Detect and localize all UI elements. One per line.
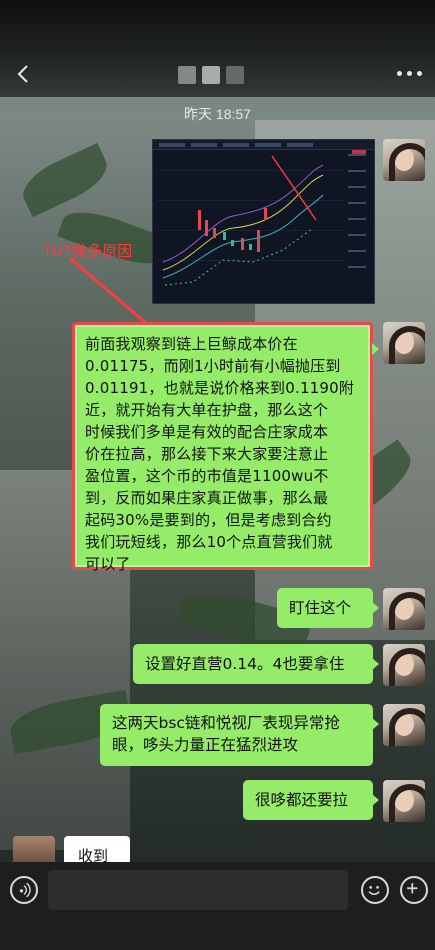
chart-image-message[interactable] [152,139,375,304]
avatar[interactable] [383,780,425,822]
analysis-message-bubble[interactable]: 前面我观察到链上巨鲸成本价在 0.01175，而刚1小时前有小幅抛压到 0.01… [72,322,379,573]
more-dots-icon[interactable] [397,68,423,78]
message-bubble[interactable]: 很哆都还要拉 [243,780,379,820]
message-line: 起码30%是要到的，但是考虑到合约 [85,511,332,529]
received-message-bubble[interactable]: 收到 [64,836,130,862]
avatar[interactable] [13,836,55,862]
message-line: 近，就开始有大单在护盘，那么这个 [85,401,329,419]
bubble-tail [372,718,379,730]
emoji-icon[interactable] [361,876,389,904]
message-line: 到，反而如果庄家真正做事，那么最 [85,489,329,507]
chevron-left-icon[interactable] [12,62,36,86]
avatar[interactable] [383,644,425,686]
message-line: 0.01191，也就是说价格来到0.1190附 [85,379,355,397]
candlestick-chart [162,164,324,286]
input-bar [0,862,435,950]
message-line: 我们玩短线，那么10个点直营我们就 [85,533,333,551]
avatar[interactable] [383,322,425,364]
message-text: 这两天bsc链和悦视厂表现异常抢眼，哆头力量正在猛烈进攻 [112,714,340,754]
message-bubble[interactable]: 盯住这个 [277,588,379,628]
bubble-tail [372,602,379,614]
message-text: 设置好直营0.14。4也要拿住 [145,655,345,673]
background-leaf [15,142,115,218]
message-line: 时候我们多单是有效的配合庄家成本 [85,423,329,441]
message-bubble[interactable]: 这两天bsc链和悦视厂表现异常抢眼，哆头力量正在猛烈进攻 [100,704,379,766]
annotation-label: TUT做多原因 [43,243,133,260]
chat-header [0,0,435,97]
message-input[interactable] [48,870,348,910]
message-timestamp: 昨天 18:57 [184,106,251,122]
message-text: 收到 [78,848,109,862]
bubble-tail [372,343,379,355]
avatar[interactable] [383,139,425,181]
message-text: 盯住这个 [289,599,352,617]
chart-price-axis [348,154,370,294]
message-line: 可以了 [85,555,131,573]
message-line: 价在拉高，那么接下来大家要注意止 [85,445,329,463]
message-bubble[interactable]: 设置好直营0.14。4也要拿住 [133,644,379,684]
voice-icon[interactable] [10,876,38,904]
message-line: 前面我观察到链上巨鲸成本价在 [85,335,298,353]
message-text: 很哆都还要拉 [255,791,349,809]
bubble-tail [372,658,379,670]
message-line: 0.01175，而刚1小时前有小幅抛压到 [85,357,341,375]
message-line: 盈位置，这个币的市值是1100wu不 [85,467,329,485]
chat-title-blurred [178,66,260,86]
avatar[interactable] [383,588,425,630]
bubble-tail [372,794,379,806]
chart-tabs-bar [153,140,374,150]
plus-icon[interactable] [400,876,428,904]
avatar[interactable] [383,704,425,746]
